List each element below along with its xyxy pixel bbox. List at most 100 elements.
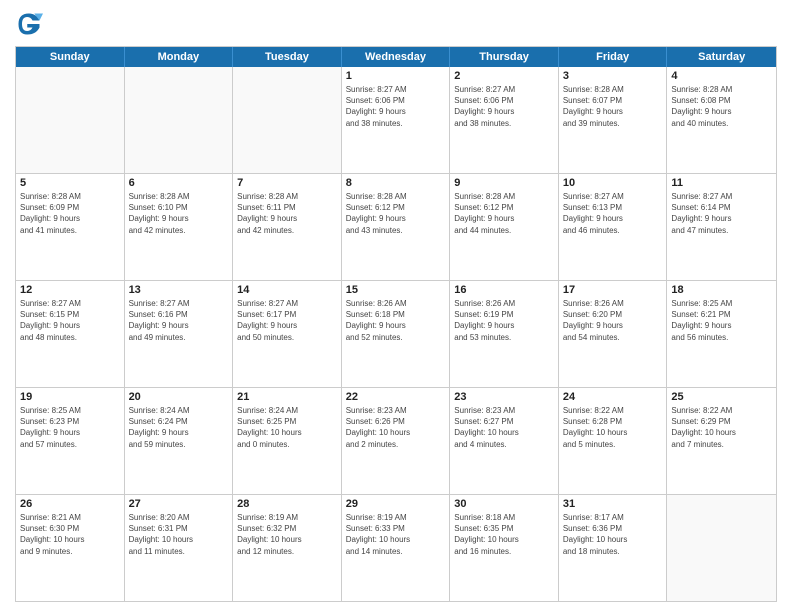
calendar-cell: 1 Sunrise: 8:27 AM Sunset: 6:06 PM Daylig…	[342, 67, 451, 173]
calendar-cell: 28 Sunrise: 8:19 AM Sunset: 6:32 PM Dayli…	[233, 495, 342, 601]
calendar-cell: 22 Sunrise: 8:23 AM Sunset: 6:26 PM Dayli…	[342, 388, 451, 494]
cell-info: Sunrise: 8:28 AM Sunset: 6:10 PM Dayligh…	[129, 191, 229, 236]
cell-info: Sunrise: 8:22 AM Sunset: 6:28 PM Dayligh…	[563, 405, 663, 450]
cell-info: Sunrise: 8:23 AM Sunset: 6:26 PM Dayligh…	[346, 405, 446, 450]
calendar-cell: 5Sunrise: 8:28 AM Sunset: 6:09 PM Daylig…	[16, 174, 125, 280]
calendar-row-4: 26 Sunrise: 8:21 AM Sunset: 6:30 PM Dayli…	[16, 495, 776, 601]
cell-info: Sunrise: 8:23 AM Sunset: 6:27 PM Dayligh…	[454, 405, 554, 450]
page: SundayMondayTuesdayWednesdayThursdayFrid…	[0, 0, 792, 612]
calendar-cell: 6 Sunrise: 8:28 AM Sunset: 6:10 PM Daylig…	[125, 174, 234, 280]
cell-date-number: 30	[454, 498, 554, 510]
calendar-cell: 11 Sunrise: 8:27 AM Sunset: 6:14 PM Dayli…	[667, 174, 776, 280]
cell-info: Sunrise: 8:27 AM Sunset: 6:15 PM Dayligh…	[20, 298, 120, 343]
cell-info: Sunrise: 8:25 AM Sunset: 6:23 PM Dayligh…	[20, 405, 120, 450]
cell-date-number: 16	[454, 284, 554, 296]
cell-date-number: 6	[129, 177, 229, 189]
day-header-thursday: Thursday	[450, 47, 559, 67]
logo-icon	[15, 10, 43, 38]
cell-info: Sunrise: 8:28 AM Sunset: 6:08 PM Dayligh…	[671, 84, 772, 129]
cell-info: Sunrise: 8:18 AM Sunset: 6:35 PM Dayligh…	[454, 512, 554, 557]
calendar-cell	[125, 67, 234, 173]
cell-info: Sunrise: 8:22 AM Sunset: 6:29 PM Dayligh…	[671, 405, 772, 450]
calendar-cell	[233, 67, 342, 173]
cell-info: Sunrise: 8:24 AM Sunset: 6:24 PM Dayligh…	[129, 405, 229, 450]
calendar-cell: 17 Sunrise: 8:26 AM Sunset: 6:20 PM Dayli…	[559, 281, 668, 387]
cell-info: Sunrise: 8:26 AM Sunset: 6:19 PM Dayligh…	[454, 298, 554, 343]
cell-info: Sunrise: 8:28 AM Sunset: 6:07 PM Dayligh…	[563, 84, 663, 129]
calendar-grid: 1 Sunrise: 8:27 AM Sunset: 6:06 PM Daylig…	[16, 67, 776, 601]
calendar-cell: 12 Sunrise: 8:27 AM Sunset: 6:15 PM Dayli…	[16, 281, 125, 387]
cell-info: Sunrise: 8:28 AM Sunset: 6:12 PM Dayligh…	[346, 191, 446, 236]
cell-info: Sunrise: 8:20 AM Sunset: 6:31 PM Dayligh…	[129, 512, 229, 557]
cell-date-number: 28	[237, 498, 337, 510]
cell-date-number: 19	[20, 391, 120, 403]
calendar-cell: 8 Sunrise: 8:28 AM Sunset: 6:12 PM Daylig…	[342, 174, 451, 280]
calendar-cell: 3 Sunrise: 8:28 AM Sunset: 6:07 PM Daylig…	[559, 67, 668, 173]
calendar-cell: 13Sunrise: 8:27 AM Sunset: 6:16 PM Dayli…	[125, 281, 234, 387]
cell-date-number: 21	[237, 391, 337, 403]
day-header-wednesday: Wednesday	[342, 47, 451, 67]
cell-info: Sunrise: 8:24 AM Sunset: 6:25 PM Dayligh…	[237, 405, 337, 450]
cell-date-number: 18	[671, 284, 772, 296]
calendar-row-0: 1 Sunrise: 8:27 AM Sunset: 6:06 PM Daylig…	[16, 67, 776, 174]
cell-date-number: 29	[346, 498, 446, 510]
cell-date-number: 10	[563, 177, 663, 189]
cell-date-number: 2	[454, 70, 554, 82]
calendar-cell: 29 Sunrise: 8:19 AM Sunset: 6:33 PM Dayli…	[342, 495, 451, 601]
logo	[15, 10, 47, 38]
cell-date-number: 8	[346, 177, 446, 189]
cell-info: Sunrise: 8:28 AM Sunset: 6:11 PM Dayligh…	[237, 191, 337, 236]
cell-date-number: 1	[346, 70, 446, 82]
calendar-row-1: 5Sunrise: 8:28 AM Sunset: 6:09 PM Daylig…	[16, 174, 776, 281]
cell-date-number: 3	[563, 70, 663, 82]
calendar-cell: 10Sunrise: 8:27 AM Sunset: 6:13 PM Dayli…	[559, 174, 668, 280]
calendar-cell: 23 Sunrise: 8:23 AM Sunset: 6:27 PM Dayli…	[450, 388, 559, 494]
calendar-cell: 14 Sunrise: 8:27 AM Sunset: 6:17 PM Dayli…	[233, 281, 342, 387]
cell-date-number: 24	[563, 391, 663, 403]
calendar-row-3: 19 Sunrise: 8:25 AM Sunset: 6:23 PM Dayli…	[16, 388, 776, 495]
calendar-cell: 15 Sunrise: 8:26 AM Sunset: 6:18 PM Dayli…	[342, 281, 451, 387]
cell-info: Sunrise: 8:27 AM Sunset: 6:14 PM Dayligh…	[671, 191, 772, 236]
cell-date-number: 31	[563, 498, 663, 510]
cell-info: Sunrise: 8:26 AM Sunset: 6:20 PM Dayligh…	[563, 298, 663, 343]
cell-date-number: 23	[454, 391, 554, 403]
day-header-tuesday: Tuesday	[233, 47, 342, 67]
calendar-cell: 27Sunrise: 8:20 AM Sunset: 6:31 PM Dayli…	[125, 495, 234, 601]
calendar-cell: 7Sunrise: 8:28 AM Sunset: 6:11 PM Daylig…	[233, 174, 342, 280]
cell-info: Sunrise: 8:19 AM Sunset: 6:33 PM Dayligh…	[346, 512, 446, 557]
cell-info: Sunrise: 8:19 AM Sunset: 6:32 PM Dayligh…	[237, 512, 337, 557]
calendar-cell	[667, 495, 776, 601]
calendar-cell: 20 Sunrise: 8:24 AM Sunset: 6:24 PM Dayli…	[125, 388, 234, 494]
calendar-cell: 31 Sunrise: 8:17 AM Sunset: 6:36 PM Dayli…	[559, 495, 668, 601]
cell-info: Sunrise: 8:25 AM Sunset: 6:21 PM Dayligh…	[671, 298, 772, 343]
calendar-cell: 18 Sunrise: 8:25 AM Sunset: 6:21 PM Dayli…	[667, 281, 776, 387]
calendar-cell: 9Sunrise: 8:28 AM Sunset: 6:12 PM Daylig…	[450, 174, 559, 280]
calendar-cell: 2Sunrise: 8:27 AM Sunset: 6:06 PM Daylig…	[450, 67, 559, 173]
calendar: SundayMondayTuesdayWednesdayThursdayFrid…	[15, 46, 777, 602]
cell-info: Sunrise: 8:27 AM Sunset: 6:06 PM Dayligh…	[346, 84, 446, 129]
cell-date-number: 15	[346, 284, 446, 296]
calendar-cell: 4Sunrise: 8:28 AM Sunset: 6:08 PM Daylig…	[667, 67, 776, 173]
day-header-sunday: Sunday	[16, 47, 125, 67]
cell-info: Sunrise: 8:21 AM Sunset: 6:30 PM Dayligh…	[20, 512, 120, 557]
day-header-saturday: Saturday	[667, 47, 776, 67]
cell-date-number: 13	[129, 284, 229, 296]
day-headers: SundayMondayTuesdayWednesdayThursdayFrid…	[16, 47, 776, 67]
calendar-cell: 25Sunrise: 8:22 AM Sunset: 6:29 PM Dayli…	[667, 388, 776, 494]
cell-info: Sunrise: 8:17 AM Sunset: 6:36 PM Dayligh…	[563, 512, 663, 557]
cell-date-number: 11	[671, 177, 772, 189]
cell-info: Sunrise: 8:28 AM Sunset: 6:12 PM Dayligh…	[454, 191, 554, 236]
cell-date-number: 20	[129, 391, 229, 403]
cell-info: Sunrise: 8:26 AM Sunset: 6:18 PM Dayligh…	[346, 298, 446, 343]
calendar-cell	[16, 67, 125, 173]
calendar-cell: 21 Sunrise: 8:24 AM Sunset: 6:25 PM Dayli…	[233, 388, 342, 494]
calendar-cell: 30 Sunrise: 8:18 AM Sunset: 6:35 PM Dayli…	[450, 495, 559, 601]
cell-date-number: 22	[346, 391, 446, 403]
day-header-friday: Friday	[559, 47, 668, 67]
cell-date-number: 14	[237, 284, 337, 296]
calendar-cell: 19 Sunrise: 8:25 AM Sunset: 6:23 PM Dayli…	[16, 388, 125, 494]
cell-info: Sunrise: 8:27 AM Sunset: 6:17 PM Dayligh…	[237, 298, 337, 343]
cell-date-number: 17	[563, 284, 663, 296]
cell-date-number: 26	[20, 498, 120, 510]
cell-date-number: 12	[20, 284, 120, 296]
